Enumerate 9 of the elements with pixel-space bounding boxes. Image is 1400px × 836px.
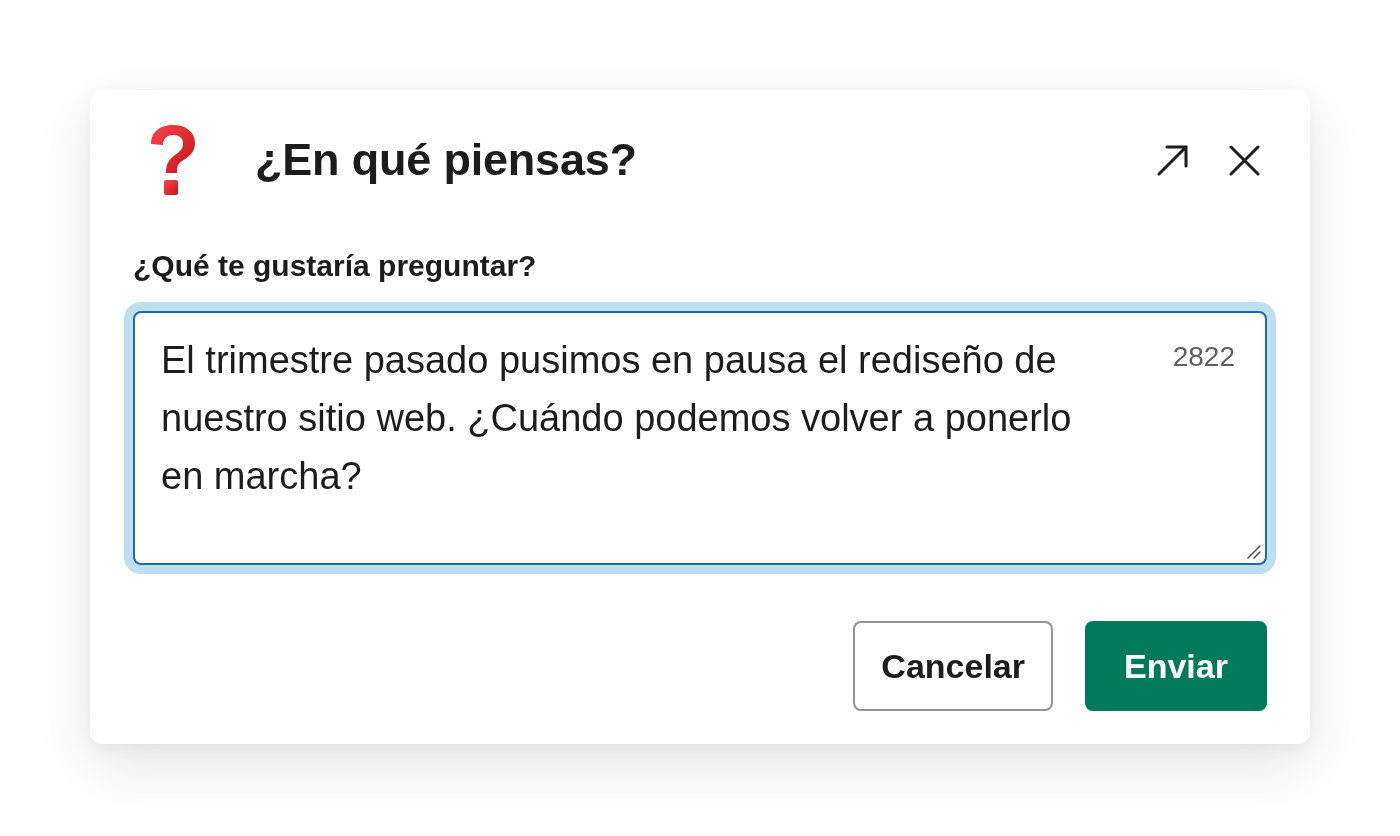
character-count: 2822 [1172, 340, 1235, 374]
question-mark-icon [148, 124, 198, 196]
field-label: ¿Qué te gustaría preguntar? [133, 248, 537, 284]
cancel-button[interactable]: Cancelar [853, 621, 1053, 711]
send-button[interactable]: Enviar [1085, 621, 1267, 711]
close-icon[interactable] [1229, 144, 1260, 176]
dialog-title: ¿En qué piensas? [255, 133, 638, 187]
expand-arrow-icon[interactable] [1157, 144, 1189, 176]
resize-handle-icon[interactable] [1247, 545, 1261, 559]
